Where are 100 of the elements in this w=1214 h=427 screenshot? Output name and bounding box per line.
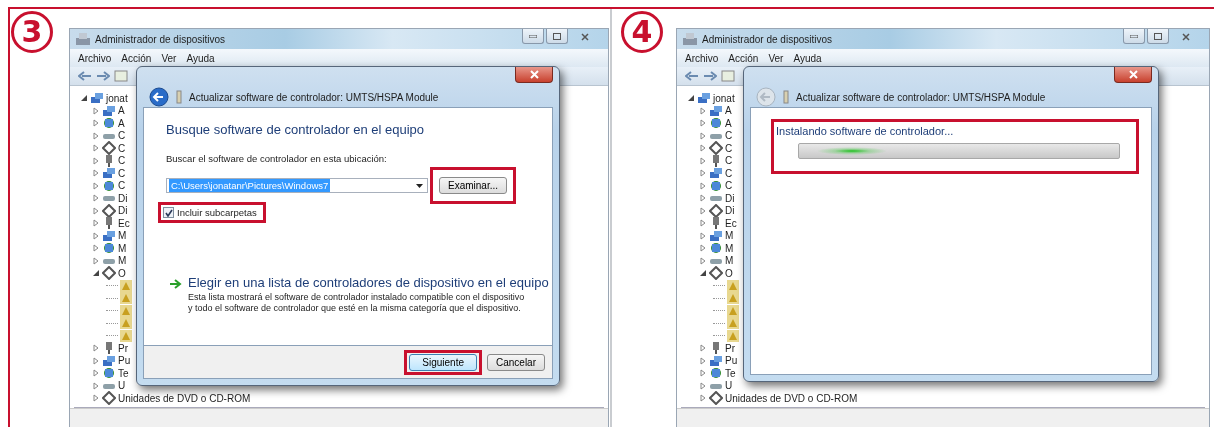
tree-item[interactable]: Ec [725,217,737,229]
tree-item[interactable]: Di [725,192,735,204]
examine-button[interactable]: Examinar... [439,177,508,194]
expander-icon[interactable] [699,269,707,278]
device-icon [175,90,183,104]
tree-item[interactable]: C [725,167,733,179]
tree-item[interactable]: O [725,267,733,279]
close-button[interactable] [515,67,553,83]
expander-icon[interactable] [687,94,695,103]
warning-device-icon [727,279,739,292]
tree-item[interactable]: Te [118,367,129,379]
close-icon [581,32,589,41]
window-title: Administrador de dispositivos [702,33,834,45]
device-icon [102,141,116,156]
checkmark-icon [164,208,173,217]
checkbox[interactable] [163,207,174,218]
tree-item[interactable]: jonat [106,92,128,104]
tree-item[interactable]: Unidades de DVD o CD-ROM [725,392,858,404]
tree-item[interactable]: C [118,142,126,154]
tree-item[interactable]: M [118,230,127,242]
device-manager-icon [682,32,698,46]
field-label: Buscar el software de controlador en esta ubicación: [166,153,388,164]
forward-icon [703,71,717,81]
tree-item[interactable]: Di [725,205,735,217]
maximize-icon [553,32,561,40]
close-icon [529,70,539,79]
device-icon [709,228,723,243]
tree-item[interactable]: C [118,130,126,142]
maximize-icon [1154,32,1162,40]
menu-item[interactable]: Ver [161,52,177,64]
expander-icon[interactable] [80,94,88,103]
window-title: Administrador de dispositivos [95,33,227,45]
menu-item[interactable]: Archivo [685,52,719,64]
selected-text: C:\Users\jonatanr\Pictures\Windows7 [169,179,331,192]
cancel-button[interactable]: Cancelar [486,353,545,371]
tree-item[interactable]: Pu [725,355,738,367]
menu-item[interactable]: Archivo [78,52,112,64]
computer-icon [90,91,104,106]
device-icon [102,353,116,368]
tree-item[interactable]: Pr [725,342,735,354]
tree-item[interactable]: M [725,230,734,242]
tree-item[interactable]: Te [725,367,736,379]
device-icon [709,391,723,406]
tree-item[interactable]: O [118,267,126,279]
device-icon [102,266,116,281]
device-icon [709,178,723,193]
menu-item[interactable]: Acción [121,52,152,64]
checkbox-label[interactable]: Incluir subcarpetas [177,207,257,218]
tree-item[interactable]: M [118,242,127,254]
tree-item[interactable]: C [725,142,733,154]
next-button[interactable]: Siguiente [409,353,477,371]
device-icon [709,366,723,381]
tree-item[interactable]: C [725,130,733,142]
tree-item[interactable]: jonat [713,92,735,104]
device-icon [709,103,723,118]
tree-item[interactable]: M [725,242,734,254]
dialog-title: Actualizar software de controlador: UMTS/HSPA Module [189,91,439,103]
tree-item[interactable]: C [118,155,126,167]
tree-item[interactable]: Ec [118,217,130,229]
device-icon [102,103,116,118]
device-icon [102,203,116,218]
device-icon [102,116,116,131]
menu-item[interactable]: Ayuda [186,52,215,64]
device-icon [102,241,116,256]
tree-item[interactable]: M [725,255,734,267]
maximize-button[interactable] [546,29,568,44]
device-icon [709,166,723,181]
tree-item[interactable]: C [725,155,733,167]
menu-item[interactable]: Acción [728,52,759,64]
tree-item[interactable]: C [118,167,126,179]
close-icon [1128,70,1138,79]
tree-item[interactable]: A [118,105,125,117]
menu-item[interactable]: Ver [768,52,784,64]
tree-item[interactable]: Pu [118,355,131,367]
tree-item[interactable]: Unidades de DVD o CD-ROM [118,392,251,404]
tree-item[interactable]: Pr [118,342,128,354]
step-number: 4 [621,11,663,53]
device-icon [709,241,723,256]
tree-item[interactable]: C [118,180,126,192]
tree-item[interactable]: Di [118,205,128,217]
close-button[interactable] [1114,67,1152,83]
menu-item[interactable]: Ayuda [793,52,822,64]
maximize-button[interactable] [1147,29,1169,44]
device-icon [709,353,723,368]
tree-item[interactable]: C [725,180,733,192]
dropdown-arrow-icon [416,183,423,188]
minimize-icon [529,34,537,38]
tree-item[interactable]: A [725,105,732,117]
tree-item[interactable]: A [725,117,732,129]
expander-icon[interactable] [92,269,100,278]
device-icon [709,266,723,281]
tree-item[interactable]: Di [118,192,128,204]
tree-item[interactable]: A [118,117,125,129]
tree-item[interactable]: U [725,380,733,392]
properties-icon [114,70,128,82]
dialog-heading: Busque software de controlador en el equipo [166,122,425,137]
tree-item[interactable]: U [118,380,126,392]
back-icon [78,71,92,81]
option-link[interactable]: Elegir en una lista de controladores de dispositivo en el equipo [188,275,549,290]
tree-item[interactable]: M [118,255,127,267]
